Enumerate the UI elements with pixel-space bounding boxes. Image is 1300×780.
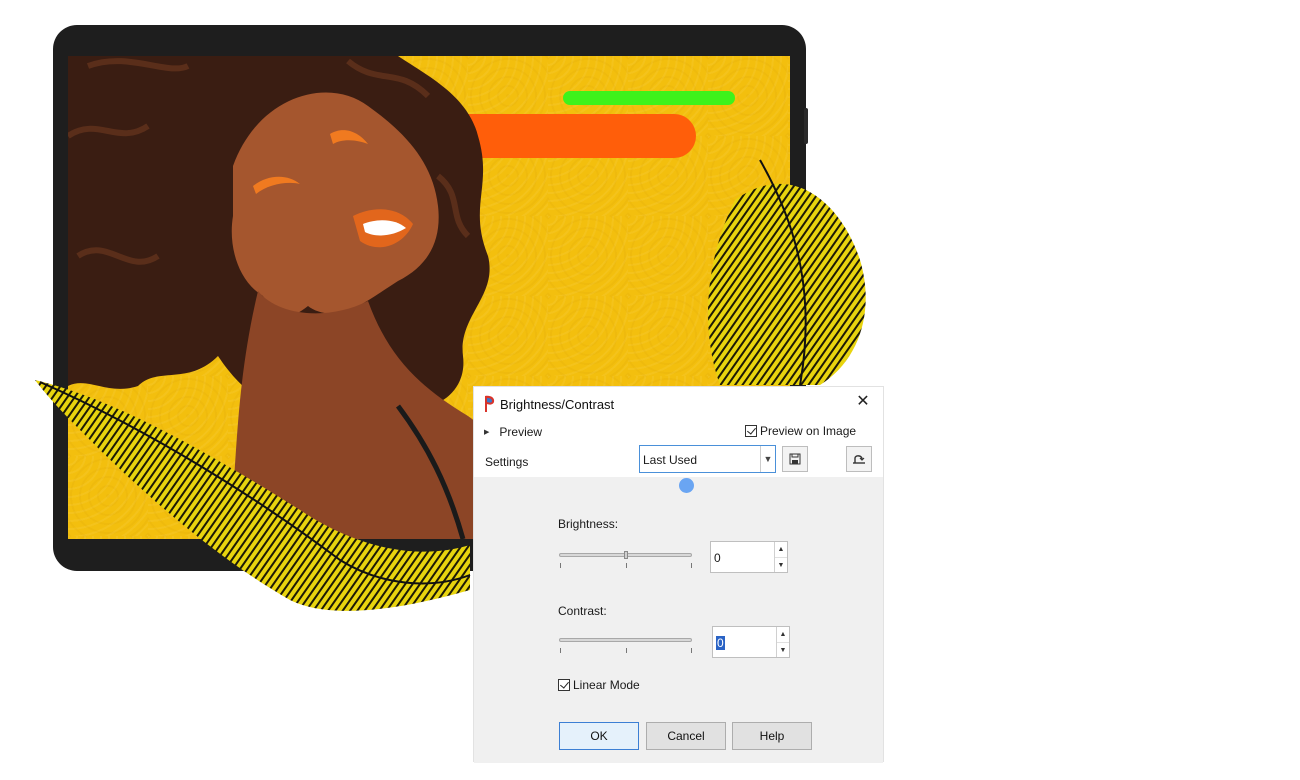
contrast-label: Contrast: — [558, 604, 607, 618]
spin-arrows-icon[interactable]: ▲ ▼ — [774, 542, 787, 572]
reset-icon — [853, 455, 865, 464]
brightness-tick — [691, 563, 692, 568]
brightness-slider-thumb[interactable] — [624, 551, 628, 559]
contrast-tick — [560, 648, 561, 653]
preview-on-image-label: Preview on Image — [760, 424, 857, 438]
linear-mode-label: Linear Mode — [573, 678, 640, 692]
brightness-tick — [560, 563, 561, 568]
preview-on-image-checkbox[interactable] — [745, 425, 757, 437]
help-button[interactable]: Help — [732, 722, 812, 750]
contrast-tick — [626, 648, 627, 653]
brightness-value[interactable]: 0 — [714, 551, 721, 565]
settings-select[interactable]: Last Used ▼ — [639, 445, 776, 473]
triangle-right-icon: ▶ — [484, 429, 490, 436]
save-preset-icon — [789, 453, 801, 465]
dialog-title-bar: Brightness/Contrast — [482, 394, 614, 414]
linear-mode-checkbox[interactable] — [558, 679, 570, 691]
contrast-spinbox[interactable]: 0 ▲ ▼ — [712, 626, 790, 658]
reset-button[interactable] — [846, 446, 872, 472]
contrast-slider[interactable] — [559, 638, 692, 642]
settings-label: Settings — [485, 455, 529, 469]
preview-expander[interactable]: ▶ Preview — [484, 425, 542, 439]
tablet-side-button — [804, 108, 808, 144]
brightness-spinbox[interactable]: 0 ▲ ▼ — [710, 541, 788, 573]
adjustment-panel: Brightness: 0 ▲ ▼ Contrast: 0 ▲ ▼ — [474, 477, 883, 763]
ok-button[interactable]: OK — [559, 722, 639, 750]
close-icon[interactable]: ✕ — [853, 393, 873, 413]
linear-mode-option[interactable]: Linear Mode — [558, 678, 640, 692]
preview-on-image-option[interactable]: Preview on Image — [745, 424, 856, 438]
contrast-tick — [691, 648, 692, 653]
contrast-value[interactable]: 0 — [716, 636, 725, 650]
preview-label: Preview — [499, 425, 543, 439]
settings-value: Last Used — [643, 453, 698, 467]
spin-arrows-icon[interactable]: ▲ ▼ — [776, 627, 789, 657]
dialog-title: Brightness/Contrast — [500, 396, 615, 412]
save-preset-button[interactable] — [782, 446, 808, 472]
brightness-contrast-dialog: Brightness/Contrast ✕ ▶ Preview Preview … — [473, 386, 884, 763]
panel-resize-handle[interactable] — [679, 478, 694, 493]
brightness-label: Brightness: — [558, 517, 619, 531]
chevron-down-icon[interactable]: ▼ — [760, 446, 775, 472]
cancel-button[interactable]: Cancel — [646, 722, 726, 750]
brightness-tick — [626, 563, 627, 568]
paintshop-pro-icon — [485, 395, 495, 412]
